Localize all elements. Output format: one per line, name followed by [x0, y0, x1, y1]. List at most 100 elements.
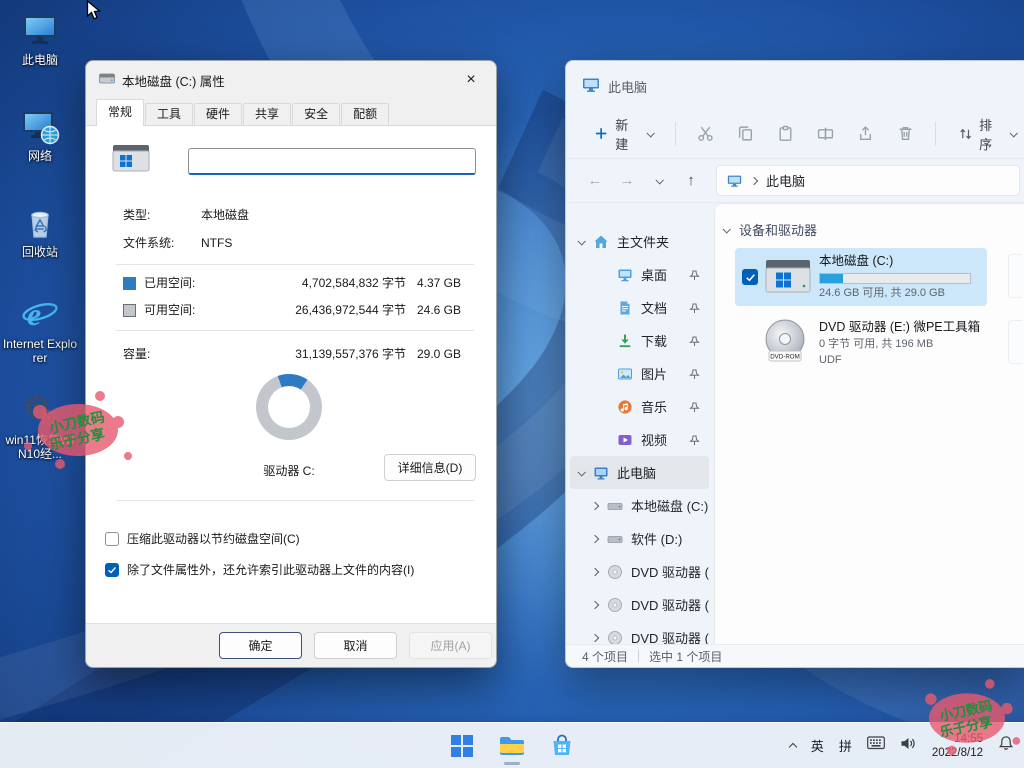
cut-button[interactable] [688, 117, 724, 151]
sidebar-item-label: 软件 (D:) [631, 529, 709, 548]
chevron-right-icon[interactable] [591, 501, 599, 509]
clock[interactable]: 14:55 2022/8/12 [932, 732, 983, 760]
dvd-icon [606, 596, 623, 613]
microsoft-store-button[interactable] [542, 726, 582, 766]
tab-general[interactable]: 常规 [96, 99, 144, 126]
sidebar-item-music[interactable]: 音乐 [570, 390, 709, 423]
index-checkbox-label: 除了文件属性外，还允许索引此驱动器上文件的内容(I) [127, 563, 414, 578]
drive-tile-local-c[interactable]: 本地磁盘 (C:) 24.6 GB 可用, 共 29.0 GB [735, 248, 987, 306]
copy-button[interactable] [728, 117, 764, 151]
explorer-window: 此电脑 新建 [565, 60, 1024, 668]
share-button[interactable] [847, 117, 883, 151]
drive-tile-partial[interactable] [1008, 320, 1022, 364]
paste-button[interactable] [768, 117, 804, 151]
ime-language-indicator[interactable]: 英 [811, 736, 824, 755]
checkbox-checked-icon[interactable] [742, 269, 758, 285]
chevron-right-icon[interactable] [591, 567, 599, 575]
capacity-bytes: 31,139,557,376 字节 [226, 347, 406, 362]
touch-keyboard-icon[interactable] [867, 736, 885, 755]
tab-sharing[interactable]: 共享 [243, 103, 291, 125]
details-button[interactable]: 详细信息(D) [384, 454, 476, 481]
chevron-right-icon[interactable] [591, 633, 599, 641]
desktop-icon-recycle-bin[interactable]: 回收站 [2, 202, 78, 259]
sidebar-item-documents[interactable]: 文档 [570, 291, 709, 324]
address-bar[interactable]: 此电脑 [716, 165, 1020, 196]
this-pc-icon [2, 10, 78, 50]
downloads-icon [616, 332, 633, 349]
chevron-down-icon[interactable] [577, 237, 585, 245]
delete-button[interactable] [887, 117, 923, 151]
pin-icon [689, 401, 700, 416]
desktop-icon-label: 网络 [2, 149, 78, 163]
compress-checkbox-row[interactable]: 压缩此驱动器以节约磁盘空间(C) [105, 532, 484, 547]
desktop-icon-label: 回收站 [2, 245, 78, 259]
sidebar-item-pictures[interactable]: 图片 [570, 357, 709, 390]
free-space-label: 可用空间: [144, 303, 195, 318]
volume-label-input[interactable] [188, 148, 476, 175]
desktop-icon-network[interactable]: 网络 [2, 106, 78, 163]
chevron-down-icon [647, 129, 655, 137]
sidebar-item-drive-c[interactable]: 本地磁盘 (C:) [570, 489, 709, 522]
start-button[interactable] [442, 726, 482, 766]
ok-button[interactable]: 确定 [219, 632, 302, 659]
desktop-icon-this-pc[interactable]: 此电脑 [2, 10, 78, 67]
apply-button[interactable]: 应用(A) [409, 632, 492, 659]
sort-icon [958, 126, 973, 142]
index-checkbox-row[interactable]: 除了文件属性外，还允许索引此驱动器上文件的内容(I) [105, 563, 484, 578]
volume-icon[interactable] [900, 736, 917, 756]
tab-hardware[interactable]: 硬件 [194, 103, 242, 125]
recent-locations-button[interactable] [644, 166, 674, 196]
breadcrumb[interactable]: 此电脑 [766, 171, 805, 190]
close-button[interactable]: × [449, 64, 493, 95]
chevron-right-icon[interactable] [591, 534, 599, 542]
desktop-icon-internet-explorer[interactable]: e Internet Explorer [2, 294, 78, 365]
forward-button[interactable]: → [612, 166, 642, 196]
checkbox-checked-icon[interactable] [105, 563, 119, 577]
this-pc-icon [592, 464, 609, 481]
group-header-devices[interactable]: 设备和驱动器 [723, 220, 817, 239]
rename-button[interactable] [807, 117, 843, 151]
folder-icon [499, 734, 525, 758]
clock-date: 2022/8/12 [932, 746, 983, 760]
sidebar-item-dvd-g[interactable]: DVD 驱动器 (G [570, 621, 709, 644]
cancel-button[interactable]: 取消 [314, 632, 397, 659]
sidebar-item-desktop[interactable]: 桌面 [570, 258, 709, 291]
dvd-rom-icon: DVD-ROM [761, 318, 809, 371]
sort-button[interactable]: 排序 [950, 109, 1024, 159]
sort-button-label: 排序 [979, 115, 1004, 153]
drive-name: DVD 驱动器 (E:) 微PE工具箱 [819, 319, 983, 335]
back-button[interactable]: ← [580, 166, 610, 196]
copy-icon [737, 125, 754, 142]
tab-quota[interactable]: 配额 [341, 103, 389, 125]
up-button[interactable]: ↑ [676, 166, 706, 196]
disk-usage-donut [256, 374, 322, 440]
ime-pinyin-indicator[interactable]: 拼 [839, 736, 852, 755]
checkbox-unchecked-icon[interactable] [105, 532, 119, 546]
sidebar-item-downloads[interactable]: 下载 [570, 324, 709, 357]
tab-tools[interactable]: 工具 [145, 103, 193, 125]
sidebar-item-this-pc[interactable]: 此电脑 [570, 456, 709, 489]
drive-tile-dvd-e[interactable]: DVD-ROM DVD 驱动器 (E:) 微PE工具箱 0 字节 可用, 共 1… [735, 314, 987, 372]
sidebar-item-drive-d[interactable]: 软件 (D:) [570, 522, 709, 555]
chevron-right-icon[interactable] [591, 600, 599, 608]
tab-security[interactable]: 安全 [292, 103, 340, 125]
file-explorer-button[interactable] [492, 726, 532, 766]
hard-drive-icon [112, 142, 150, 179]
tray-chevron-up[interactable] [790, 737, 796, 755]
sidebar-item-home[interactable]: 主文件夹 [570, 225, 709, 258]
pin-icon [689, 302, 700, 317]
sidebar-item-dvd-f[interactable]: DVD 驱动器 (F [570, 588, 709, 621]
sidebar-item-videos[interactable]: 视频 [570, 423, 709, 456]
desktop-icon-win11-restore[interactable]: win11恢复WIN10经... [2, 390, 78, 461]
new-button[interactable]: 新建 [584, 109, 663, 159]
chevron-down-icon[interactable] [722, 225, 730, 233]
used-space-size: 4.37 GB [414, 276, 461, 291]
drive-tile-partial[interactable] [1008, 254, 1022, 298]
notification-bell-icon[interactable] [998, 735, 1014, 756]
documents-icon [616, 299, 633, 316]
dialog-title: 本地磁盘 (C:) 属性 [122, 71, 225, 90]
chevron-down-icon[interactable] [577, 468, 585, 476]
toolbar-separator [675, 122, 676, 146]
general-tab-page: 类型: 本地磁盘 文件系统: NTFS 已用空间: 4,702,584,832 … [86, 126, 496, 623]
sidebar-item-dvd-e[interactable]: DVD 驱动器 (E [570, 555, 709, 588]
